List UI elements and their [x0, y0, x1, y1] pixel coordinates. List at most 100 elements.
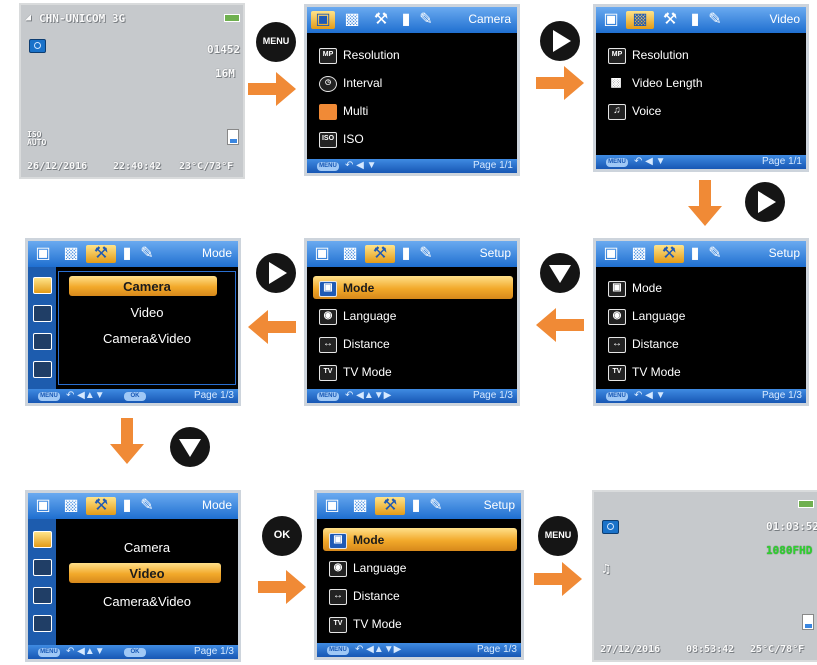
menu-item-resolution[interactable]: Resolution [632, 48, 689, 62]
tab-battery[interactable]: ▮ [399, 245, 413, 263]
language-icon: ◉ [608, 309, 626, 325]
tab-battery[interactable]: ▮ [688, 11, 702, 29]
camera-menu-screen: ▣ ▩ ⚒ ▮ ✎ Camera MP Resolution ◷ Interva… [304, 4, 520, 176]
tab-video[interactable]: ▩ [58, 497, 84, 515]
menu-item-tv-mode[interactable]: TV Mode [353, 617, 402, 631]
tab-setup[interactable]: ⚒ [86, 245, 116, 263]
menu-item-distance[interactable]: Distance [632, 337, 679, 351]
tab-info[interactable]: ✎ [138, 245, 156, 263]
tab-info[interactable]: ✎ [417, 245, 435, 263]
preview-screen-video: 01:03:52 1080FHD ♫ 27/12/2016 08:53:42 2… [592, 490, 817, 662]
tab-info[interactable]: ✎ [138, 497, 156, 515]
temperature-label: 25°C/78°F [750, 644, 805, 655]
tab-camera[interactable]: ▣ [311, 11, 335, 29]
tab-video[interactable]: ▩ [337, 245, 363, 263]
right-button[interactable] [540, 21, 580, 61]
tab-camera[interactable]: ▣ [32, 497, 54, 515]
tab-camera[interactable]: ▣ [600, 11, 622, 29]
play-icon [269, 262, 287, 284]
tab-battery[interactable]: ▮ [120, 245, 134, 263]
tv-mode-icon [33, 361, 52, 378]
video-icon: ▩ [632, 11, 648, 28]
tab-video[interactable]: ▩ [626, 11, 654, 29]
tab-info[interactable]: ✎ [706, 245, 724, 263]
battery-icon [798, 500, 814, 508]
tab-camera[interactable]: ▣ [600, 245, 622, 263]
video-icon: ▩ [342, 245, 358, 262]
tab-info[interactable]: ✎ [427, 497, 445, 515]
page-indicator: Page 1/3 [193, 390, 234, 401]
tab-video[interactable]: ▩ [58, 245, 84, 263]
tab-info[interactable]: ✎ [706, 11, 724, 29]
tab-setup[interactable]: ⚒ [86, 497, 116, 515]
battery-icon: ▮ [690, 11, 700, 28]
tab-battery[interactable]: ▮ [399, 11, 413, 29]
menu-button[interactable]: MENU [538, 516, 578, 556]
menu-item-voice[interactable]: Voice [632, 104, 661, 118]
menu-tab-bar: ▣ ▩ ⚒ ▮ ✎ Mode [28, 241, 238, 267]
menu-item-interval[interactable]: Interval [343, 76, 382, 90]
option-camera[interactable]: Camera [59, 279, 235, 294]
ok-button[interactable]: OK [262, 516, 302, 556]
tab-camera[interactable]: ▣ [321, 497, 343, 515]
menu-item-language[interactable]: Language [343, 309, 396, 323]
pen-icon: ✎ [429, 497, 443, 514]
menu-item-distance[interactable]: Distance [353, 589, 400, 603]
menu-item-resolution[interactable]: Resolution [343, 48, 400, 62]
menu-button[interactable]: MENU [256, 22, 296, 62]
menu-key-icon: MENU [38, 392, 60, 401]
tab-video[interactable]: ▩ [339, 11, 365, 29]
menu-tab-bar: ▣ ▩ ⚒ ▮ ✎ Setup [596, 241, 806, 267]
down-button[interactable] [540, 253, 580, 293]
menu-item-video-length[interactable]: Video Length [632, 76, 703, 90]
tab-camera[interactable]: ▣ [32, 245, 54, 263]
time-remaining-label: 01:03:52 [766, 520, 817, 533]
tab-setup[interactable]: ⚒ [367, 11, 395, 29]
wrench-icon: ⚒ [382, 497, 398, 514]
tab-setup[interactable]: ⚒ [656, 11, 684, 29]
menu-item-distance[interactable]: Distance [343, 337, 390, 351]
right-button[interactable] [745, 182, 785, 222]
pen-icon: ✎ [140, 497, 154, 514]
nav-arrows-icon: ↶ ◀ ▼ [634, 156, 666, 167]
video-icon: ▩ [63, 245, 79, 262]
tab-video[interactable]: ▩ [347, 497, 373, 515]
menu-item-mode[interactable]: Mode [353, 533, 384, 547]
menu-item-tv-mode[interactable]: TV Mode [343, 365, 392, 379]
multi-icon [319, 104, 337, 120]
menu-item-mode[interactable]: Mode [343, 281, 374, 295]
option-camera[interactable]: Camera [59, 540, 235, 555]
tab-battery[interactable]: ▮ [688, 245, 702, 263]
menu-item-mode[interactable]: Mode [632, 281, 662, 295]
tab-camera[interactable]: ▣ [311, 245, 333, 263]
tab-battery[interactable]: ▮ [120, 497, 134, 515]
camera-icon: ▣ [35, 497, 51, 514]
tab-video[interactable]: ▩ [626, 245, 652, 263]
battery-icon: ▮ [401, 245, 411, 262]
distance-icon: ↔ [608, 337, 626, 353]
menu-item-iso[interactable]: ISO [343, 132, 364, 146]
menu-bottom-bar: MENU ↶ ◀▲▼ OK Page 1/3 [28, 389, 238, 403]
menu-item-language[interactable]: Language [632, 309, 685, 323]
down-button[interactable] [170, 427, 210, 467]
battery-icon [224, 14, 240, 22]
arrow-right-icon [536, 66, 584, 100]
tab-info[interactable]: ✎ [417, 11, 435, 29]
date-label: 26/12/2016 [27, 161, 88, 172]
menu-item-multi[interactable]: Multi [343, 104, 368, 118]
option-camera-video[interactable]: Camera&Video [59, 594, 235, 609]
menu-item-tv-mode[interactable]: TV Mode [632, 365, 681, 379]
menu-key-icon: MENU [317, 392, 339, 401]
tab-setup[interactable]: ⚒ [654, 245, 684, 263]
option-video[interactable]: Video [59, 566, 235, 581]
menu-key-icon: MENU [38, 648, 60, 657]
tab-battery[interactable]: ▮ [409, 497, 423, 515]
menu-item-language[interactable]: Language [353, 561, 406, 575]
option-video[interactable]: Video [59, 305, 235, 320]
tab-setup[interactable]: ⚒ [375, 497, 405, 515]
language-icon: ◉ [319, 309, 337, 325]
right-button[interactable] [256, 253, 296, 293]
tab-setup[interactable]: ⚒ [365, 245, 395, 263]
option-camera-video[interactable]: Camera&Video [59, 331, 235, 346]
menu-title: Mode [201, 246, 232, 260]
